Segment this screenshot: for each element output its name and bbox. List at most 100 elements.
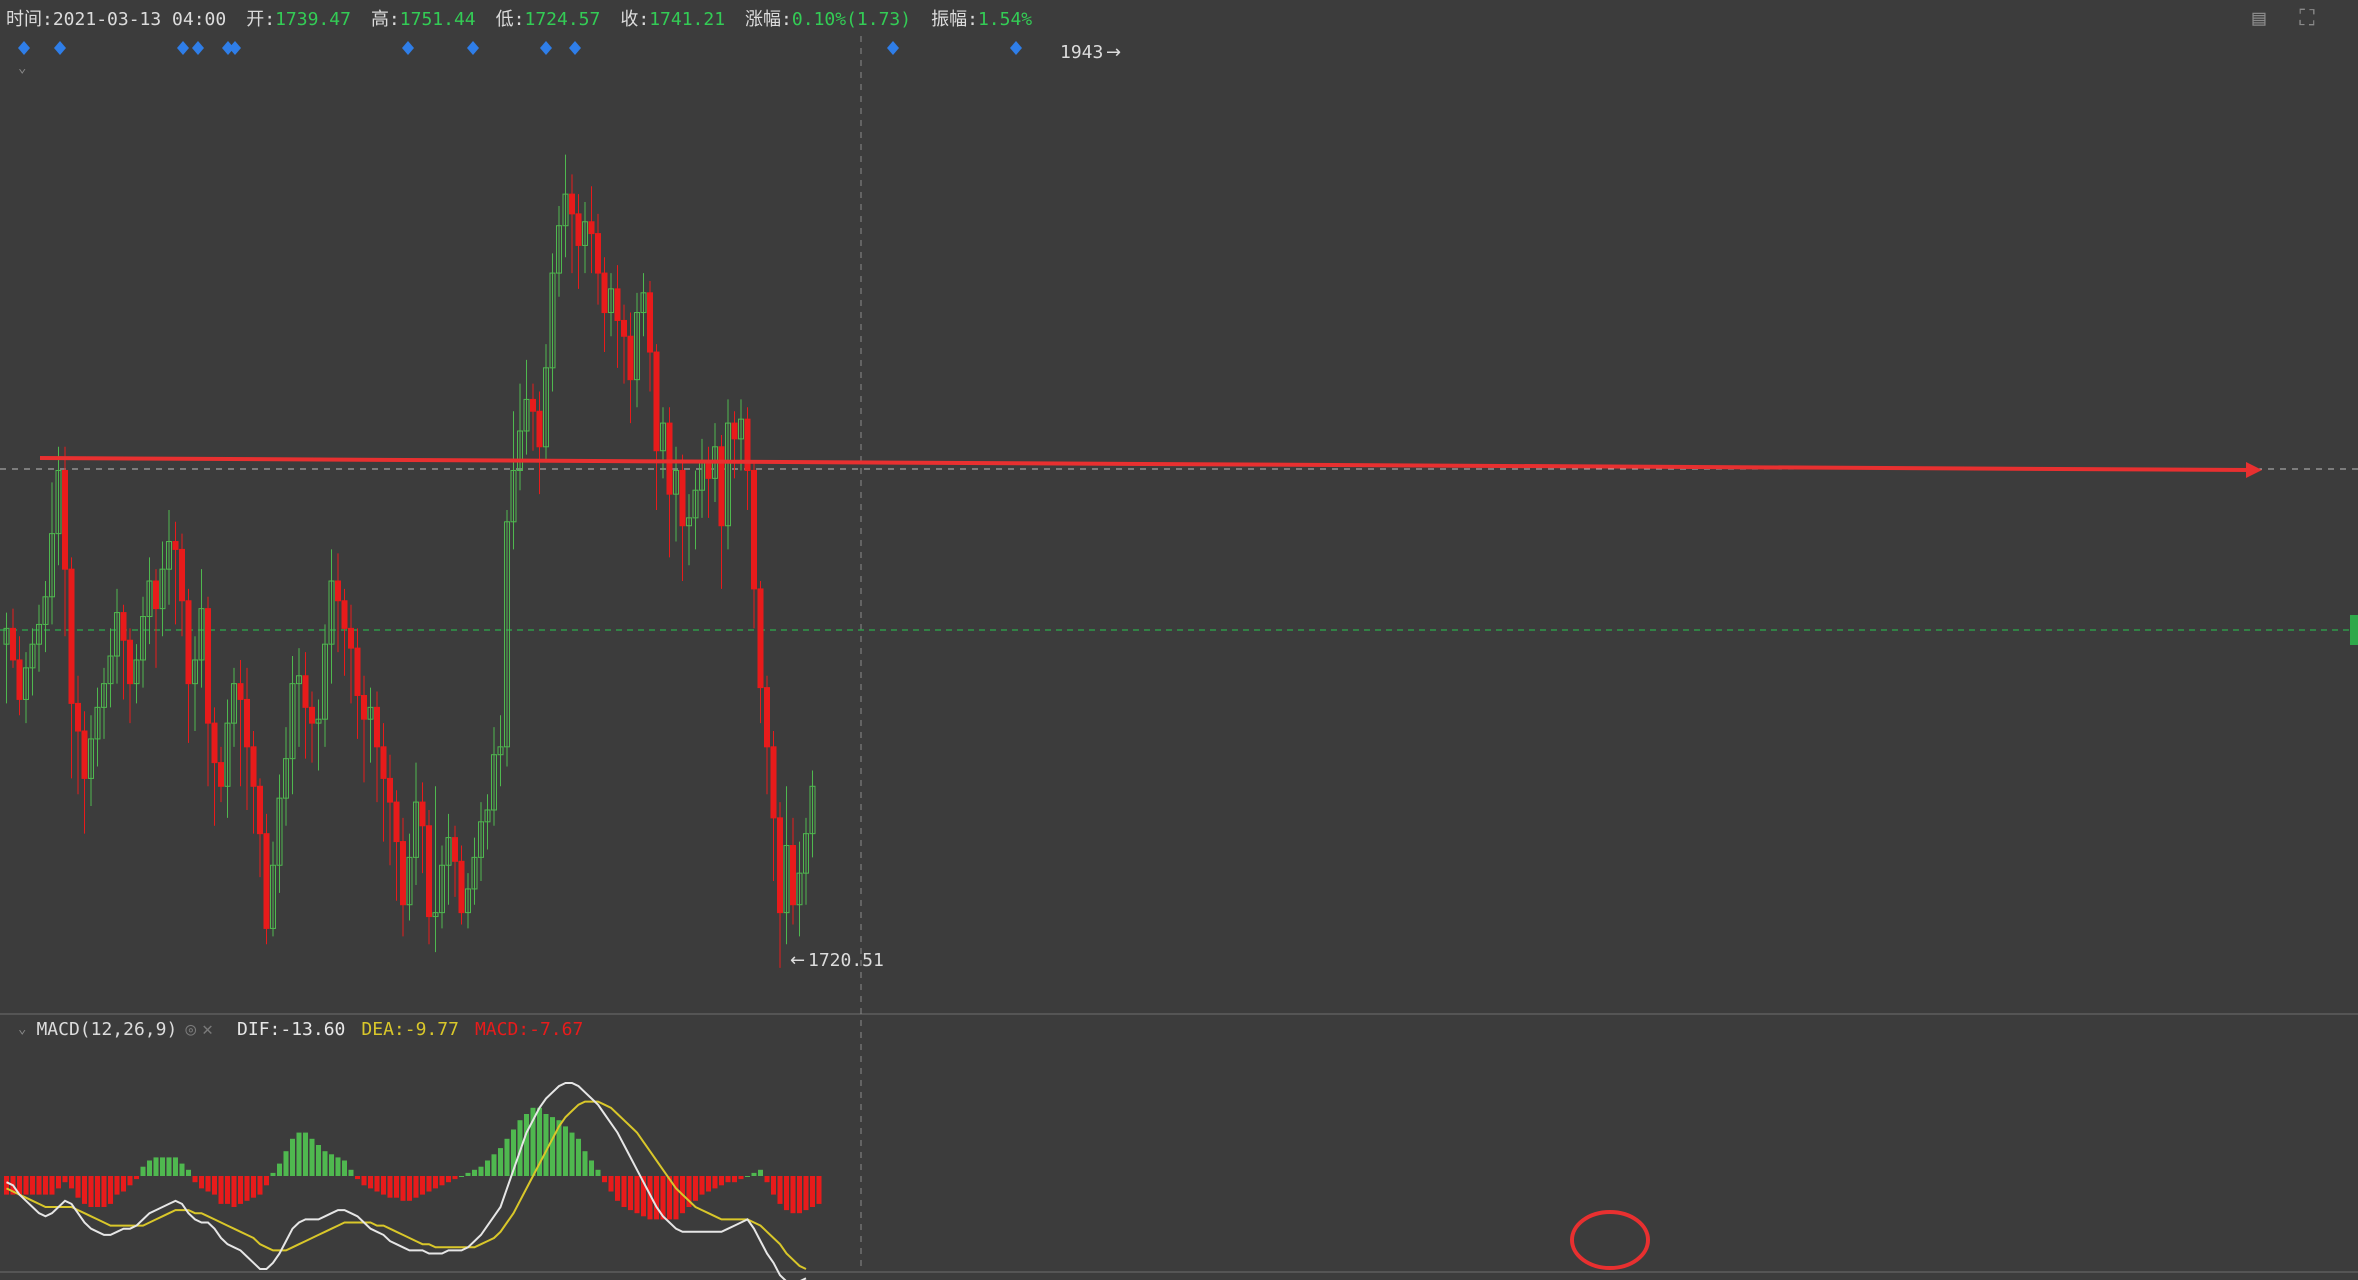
macd-histogram-bar xyxy=(134,1176,139,1180)
macd-histogram-bar xyxy=(758,1169,763,1176)
close-label: 收: xyxy=(620,9,650,30)
macd-histogram-bar xyxy=(732,1176,737,1183)
macd-panel xyxy=(4,1082,822,1280)
macd-histogram-bar xyxy=(491,1154,497,1176)
macd-dea-line xyxy=(6,1100,807,1270)
macd-histogram-bar xyxy=(69,1176,74,1189)
candle-body xyxy=(348,627,354,649)
macd-histogram-bar xyxy=(504,1138,510,1176)
candle-body xyxy=(179,548,185,602)
candle-body xyxy=(75,702,81,732)
candle-body xyxy=(419,801,426,827)
candle-body xyxy=(627,335,634,381)
macd-histogram-bar xyxy=(205,1176,211,1192)
macd-histogram-bar xyxy=(387,1176,393,1198)
macd-collapse-icon[interactable]: ⌄ xyxy=(18,1021,26,1037)
macd-name: MACD(12,26,9) xyxy=(36,1018,178,1040)
close-value: 1741.21 xyxy=(649,9,726,30)
event-marker-icon xyxy=(192,41,204,55)
macd-histogram-bar xyxy=(186,1169,191,1176)
macd-histogram-bar xyxy=(595,1169,601,1176)
macd-dif-line xyxy=(6,1082,807,1280)
macd-histogram-bar xyxy=(719,1176,724,1186)
macd-histogram-bar xyxy=(485,1160,490,1176)
macd-histogram-bar xyxy=(114,1176,120,1195)
fullscreen-icon[interactable]: ⛶ xyxy=(2294,6,2320,32)
candle-body xyxy=(335,580,341,602)
macd-histogram-bar xyxy=(426,1176,432,1192)
macd-histogram-bar xyxy=(452,1176,458,1180)
macd-close-icon[interactable]: ✕ xyxy=(202,1019,213,1040)
candle-body xyxy=(621,319,627,337)
chart-canvas[interactable]: 1943 → ← 1720.51 xyxy=(0,0,2358,1280)
screenshot-icon[interactable]: ▤ xyxy=(2246,6,2272,32)
low-group: 低:1724.57 xyxy=(496,5,601,31)
macd-dea-value: DEA:-9.77 xyxy=(361,1018,459,1040)
macd-histogram-bar xyxy=(361,1176,367,1186)
macd-histogram-bar xyxy=(394,1176,399,1198)
candle-body xyxy=(218,762,224,787)
macd-histogram-bar xyxy=(296,1132,302,1176)
macd-histogram-bar xyxy=(498,1148,503,1176)
macd-histogram-bar xyxy=(342,1160,347,1176)
macd-histogram-bar xyxy=(329,1154,334,1176)
candle-body xyxy=(250,746,257,787)
candle-body xyxy=(530,398,536,412)
time-group: 时间:2021-03-13 04:00 xyxy=(6,5,226,31)
low-value: 1724.57 xyxy=(524,9,601,30)
annotation-arrow-line xyxy=(39,456,2251,472)
candle-body xyxy=(387,777,393,803)
macd-histogram-bar xyxy=(316,1145,321,1176)
open-group: 开:1739.47 xyxy=(246,5,351,31)
event-marker-icon xyxy=(887,41,899,55)
candle-body xyxy=(757,588,764,689)
candle-body xyxy=(172,541,179,550)
macd-histogram-bar xyxy=(615,1176,620,1201)
macd-histogram-bar xyxy=(621,1176,627,1207)
macd-histogram-bar xyxy=(693,1176,698,1201)
price-tag-marker xyxy=(2350,615,2358,645)
candle-body xyxy=(452,837,458,862)
macd-histogram-bar xyxy=(797,1176,802,1214)
candle-body xyxy=(127,639,133,685)
macd-dif-value: DIF:-13.60 xyxy=(237,1018,346,1040)
time-value: 2021-03-13 04:00 xyxy=(52,9,227,30)
macd-histogram-bar xyxy=(569,1132,575,1176)
macd-histogram-bar xyxy=(699,1176,705,1195)
high-value: 1751.44 xyxy=(399,9,476,30)
change-group: 涨幅:0.10%(1.73) xyxy=(745,5,911,31)
change-label: 涨幅: xyxy=(745,9,792,30)
chevron-down-icon[interactable]: ⌄ xyxy=(18,60,26,76)
macd-histogram-bar xyxy=(608,1176,614,1192)
annotations xyxy=(39,456,2262,1270)
macd-histogram-bar xyxy=(277,1163,282,1176)
macd-histogram-bar xyxy=(673,1176,679,1220)
macd-histogram-bar xyxy=(446,1176,451,1183)
macd-histogram-bar xyxy=(270,1172,276,1176)
macd-histogram-bar xyxy=(654,1176,659,1220)
macd-histogram-bar xyxy=(602,1176,607,1183)
high-label: 高: xyxy=(370,9,400,30)
macd-settings-icon[interactable]: ◎ xyxy=(185,1019,196,1040)
macd-histogram-bar xyxy=(751,1172,757,1176)
macd-histogram-bar xyxy=(771,1176,776,1195)
candle-body xyxy=(790,845,796,906)
macd-histogram-bar xyxy=(49,1176,55,1195)
candle-body xyxy=(679,469,686,527)
macd-histogram-bar xyxy=(550,1117,555,1176)
macd-histogram-bar xyxy=(160,1157,165,1176)
candle-body xyxy=(211,722,218,764)
macd-histogram-bar xyxy=(75,1176,81,1198)
macd-histogram-bar xyxy=(303,1132,308,1176)
event-markers xyxy=(18,41,1022,55)
candle-body xyxy=(718,446,725,527)
candle-body xyxy=(458,860,465,914)
annotation-circle xyxy=(1570,1210,1650,1270)
open-value: 1739.47 xyxy=(275,9,351,30)
macd-histogram-bar xyxy=(88,1176,94,1207)
low-price-label: 1720.51 xyxy=(808,950,884,971)
macd-histogram-bar xyxy=(283,1151,289,1176)
macd-histogram-bar xyxy=(790,1176,796,1214)
macd-histogram-bar xyxy=(439,1176,445,1186)
candle-body xyxy=(68,568,75,704)
